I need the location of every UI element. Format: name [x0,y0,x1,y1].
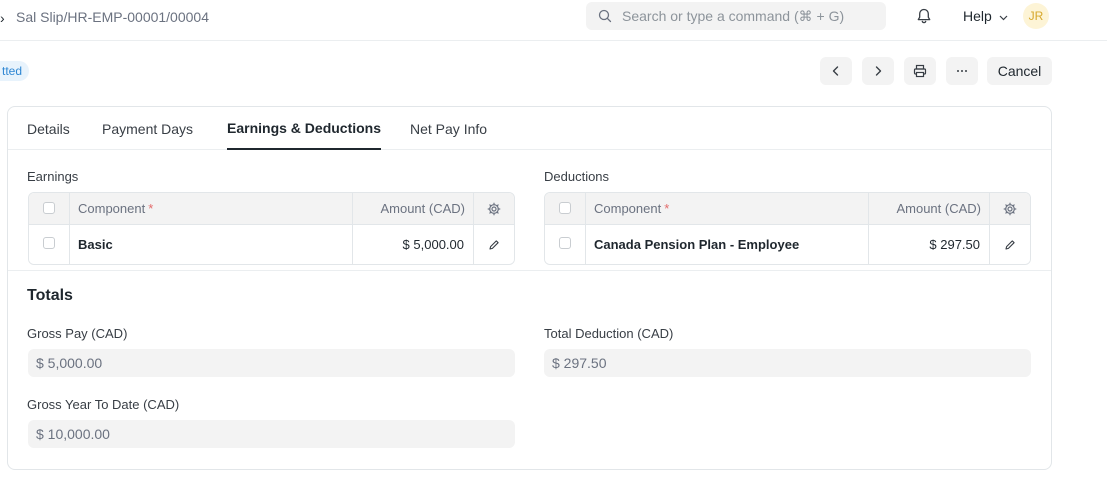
gear-icon[interactable] [487,202,501,216]
gross-pay-label: Gross Pay (CAD) [27,326,128,341]
row-checkbox[interactable] [43,237,55,249]
table-row[interactable]: Basic $ 5,000.00 [29,225,514,264]
column-header-component: Component * [78,201,154,216]
row-component[interactable]: Canada Pension Plan - Employee [594,237,799,252]
row-amount[interactable]: $ 297.50 [929,237,980,252]
search-placeholder: Search or type a command (⌘ + G) [622,8,845,24]
previous-doc-button[interactable] [820,57,852,85]
chevron-left-icon [832,66,839,76]
select-all-checkbox[interactable] [43,202,55,214]
deductions-label: Deductions [544,169,610,184]
total-deduction-field: $ 297.50 [544,349,1031,377]
column-divider [868,193,869,264]
row-component[interactable]: Basic [78,237,113,252]
gross-ytd-label: Gross Year To Date (CAD) [27,397,180,412]
column-divider [989,193,990,264]
deductions-table: Component * Amount (CAD) Canada Pension P… [544,192,1031,265]
table-row[interactable]: Canada Pension Plan - Employee $ 297.50 [545,225,1030,264]
more-icon [957,70,967,72]
totals-heading: Totals [27,287,73,304]
active-tab-indicator [227,148,381,150]
next-doc-button[interactable] [862,57,894,85]
form-tabs: Details Payment Days Earnings & Deductio… [8,107,1051,150]
column-divider [473,193,474,264]
chevron-down-icon [999,15,1008,21]
select-all-checkbox[interactable] [559,202,571,214]
cancel-button[interactable]: Cancel [987,57,1052,85]
chevron-right-icon: › [0,10,5,26]
gear-icon[interactable] [1003,202,1017,216]
earnings-table: Component * Amount (CAD) Basic $ 5,000.00 [28,192,515,265]
column-divider [585,193,586,264]
help-menu[interactable]: Help [963,8,1008,24]
pencil-icon[interactable] [488,239,500,251]
breadcrumb[interactable]: Sal Slip/HR-EMP-00001/00004 [16,9,209,25]
avatar[interactable]: JR [1023,3,1049,29]
printer-icon [913,64,927,78]
pencil-icon[interactable] [1004,239,1016,251]
chevron-right-icon [875,66,882,76]
row-amount[interactable]: $ 5,000.00 [403,237,464,252]
search-icon [598,9,612,23]
more-actions-button[interactable] [946,57,978,85]
earnings-label: Earnings [27,169,79,184]
status-badge: tted [0,61,30,81]
column-header-component: Component * [594,201,670,216]
row-checkbox[interactable] [559,237,571,249]
column-divider [69,193,70,264]
tab-net-pay-info[interactable]: Net Pay Info [410,121,487,137]
gross-pay-field: $ 5,000.00 [28,349,515,377]
column-header-amount: Amount (CAD) [380,201,465,216]
tab-earnings-deductions[interactable]: Earnings & Deductions [227,120,381,136]
search-bar[interactable]: Search or type a command (⌘ + G) [586,2,886,30]
tab-details[interactable]: Details [27,121,70,137]
bell-icon[interactable] [915,7,933,25]
help-label: Help [963,8,992,24]
total-deduction-label: Total Deduction (CAD) [544,326,674,341]
tab-payment-days[interactable]: Payment Days [102,121,193,137]
print-button[interactable] [904,57,936,85]
table-header: Component * Amount (CAD) [29,193,514,225]
column-header-amount: Amount (CAD) [896,201,981,216]
column-divider [352,193,353,264]
table-header: Component * Amount (CAD) [545,193,1030,225]
gross-ytd-field: $ 10,000.00 [28,420,515,448]
section-divider [8,270,1051,271]
form-card: Details Payment Days Earnings & Deductio… [7,106,1052,470]
navbar: › Sal Slip/HR-EMP-00001/00004 Search or … [0,0,1107,41]
